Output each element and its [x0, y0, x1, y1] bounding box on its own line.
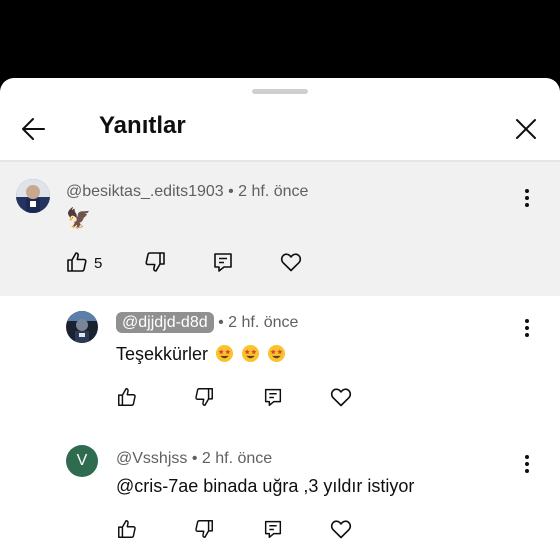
avatar-letter: V — [76, 452, 88, 469]
reply-icon — [214, 253, 232, 272]
heart-button[interactable] — [326, 514, 356, 544]
reply-button[interactable] — [258, 514, 288, 544]
dislike-button[interactable] — [140, 247, 170, 277]
status-area — [0, 0, 560, 80]
close-button[interactable] — [506, 109, 546, 149]
heart-icon — [280, 253, 302, 272]
sheet-header: Yanıtlar — [0, 98, 560, 158]
heart-button[interactable] — [326, 382, 356, 412]
thumb-up-icon — [67, 252, 87, 272]
heart-icon — [330, 388, 352, 407]
avatar[interactable] — [16, 179, 50, 213]
like-button[interactable] — [112, 382, 142, 412]
comment-time: 2 hf. önce — [228, 314, 299, 331]
reply-button[interactable] — [208, 247, 238, 277]
thumb-down-icon — [145, 252, 165, 272]
more-vert-icon — [525, 319, 529, 337]
reply-icon — [264, 520, 282, 538]
comment-author[interactable]: @djjdjd-d8d — [116, 312, 214, 333]
like-count: 5 — [94, 255, 103, 272]
more-vert-icon — [525, 189, 529, 207]
comment-author[interactable]: @Vsshjss — [116, 450, 187, 467]
like-button[interactable] — [62, 247, 92, 277]
comment-text-content: Teşekkürler — [116, 344, 209, 364]
thumb-up-icon — [118, 388, 136, 406]
avatar[interactable] — [66, 311, 98, 343]
more-options-button[interactable] — [515, 316, 539, 340]
comment-time: 2 hf. önce — [238, 183, 309, 200]
star-struck-emoji-icon — [242, 344, 260, 363]
reply-icon — [264, 388, 282, 406]
star-struck-emoji-icon — [215, 344, 234, 363]
comment-meta: @besiktas_.edits1903 • 2 hf. önce — [66, 183, 309, 200]
heart-button[interactable] — [276, 247, 306, 277]
drag-handle[interactable] — [252, 89, 308, 94]
like-button[interactable] — [112, 514, 142, 544]
more-options-button[interactable] — [515, 452, 539, 476]
comment-meta: @Vsshjss • 2 hf. önce — [116, 450, 273, 467]
more-options-button[interactable] — [515, 186, 539, 210]
thumb-up-icon — [118, 520, 136, 538]
back-button[interactable] — [14, 109, 54, 149]
comment-text: Teşekkürler — [116, 344, 286, 365]
thumb-down-icon — [195, 520, 213, 538]
comment-text: 🦅 — [66, 208, 91, 230]
avatar[interactable]: V — [66, 445, 98, 477]
thumb-down-icon — [195, 388, 213, 406]
back-arrow-icon — [22, 118, 45, 140]
heart-icon — [330, 520, 352, 539]
close-icon — [516, 119, 536, 139]
comment-time: 2 hf. önce — [201, 450, 273, 467]
dislike-button[interactable] — [189, 382, 219, 412]
replies-sheet: Yanıtlar @besiktas_.edits1903 • 2 hf. ön… — [0, 78, 560, 560]
reply-button[interactable] — [258, 382, 288, 412]
page-title: Yanıtlar — [99, 112, 186, 139]
dislike-button[interactable] — [189, 514, 219, 544]
more-vert-icon — [525, 455, 529, 473]
comment-meta: @djjdjd-d8d • 2 hf. önce — [116, 312, 299, 333]
comment-text: @cris-7ae binada uğra ,3 yıldır istiyor — [116, 476, 415, 496]
star-struck-emoji-icon — [268, 344, 286, 363]
comment-author[interactable]: @besiktas_.edits1903 — [66, 183, 224, 200]
